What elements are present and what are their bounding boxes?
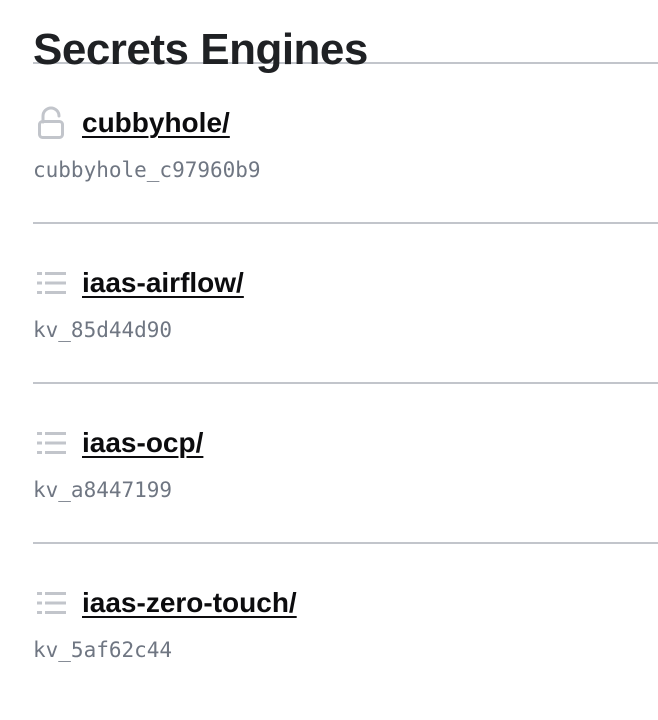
page-title: Secrets Engines: [33, 25, 368, 74]
secrets-engines-page: Secrets Engines cubbyhole/ cubbyhole_c97…: [33, 0, 658, 702]
engine-accessor: kv_85d44d90: [33, 318, 173, 342]
secrets-engine-item-iaas-zero-touch: iaas-zero-touch/ kv_5af62c44: [33, 544, 658, 702]
engine-header: iaas-airflow/: [33, 266, 244, 300]
secrets-engine-item-cubbyhole: cubbyhole/ cubbyhole_c97960b9: [33, 64, 658, 222]
engine-link-iaas-zero-touch[interactable]: iaas-zero-touch/: [82, 586, 297, 620]
list-icon: [37, 586, 75, 620]
engine-link-iaas-airflow[interactable]: iaas-airflow/: [82, 266, 244, 300]
engine-header: iaas-ocp/: [33, 426, 203, 460]
secrets-engine-item-iaas-ocp: iaas-ocp/ kv_a8447199: [33, 384, 658, 542]
secrets-engine-item-iaas-airflow: iaas-airflow/ kv_85d44d90: [33, 224, 658, 382]
engine-accessor: cubbyhole_c97960b9: [33, 158, 261, 182]
engine-accessor: kv_5af62c44: [33, 638, 173, 662]
engine-accessor: kv_a8447199: [33, 478, 173, 502]
engine-link-iaas-ocp[interactable]: iaas-ocp/: [82, 426, 203, 460]
engine-header: iaas-zero-touch/: [33, 586, 297, 620]
lock-open-icon: [37, 106, 75, 140]
engine-link-cubbyhole[interactable]: cubbyhole/: [82, 106, 230, 140]
list-icon: [37, 266, 75, 300]
list-icon: [37, 426, 75, 460]
engine-header: cubbyhole/: [33, 106, 230, 140]
